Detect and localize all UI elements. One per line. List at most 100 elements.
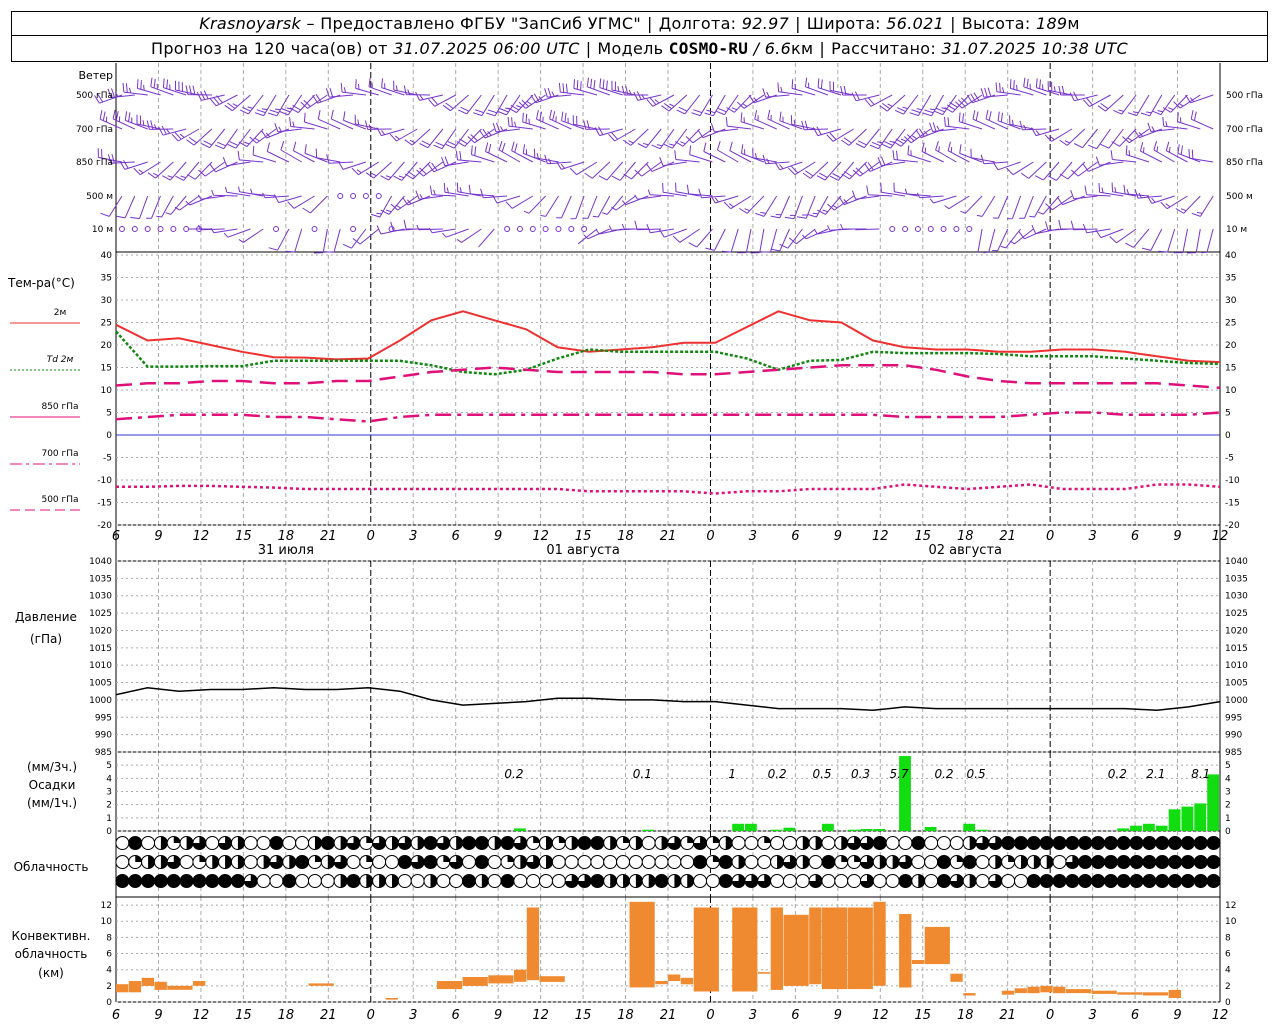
y-tick-right: 0 [1225, 827, 1231, 837]
cloud-overcast-symbol [500, 836, 515, 850]
x-tick-temp: 21 [320, 529, 337, 544]
y-tick-right: 1015 [1225, 644, 1248, 654]
convective-bar [193, 981, 206, 986]
cloud-overcast-symbol [1116, 855, 1131, 869]
wind-calm-marker [914, 226, 921, 232]
cloud-overcast-symbol [346, 874, 361, 888]
x-tick-conv: 15 [235, 1008, 252, 1023]
y-tick-left: 0 [106, 827, 112, 837]
cloud-overcast-symbol [166, 874, 181, 888]
cloud-clear-symbol [821, 836, 836, 850]
wind-barb [866, 185, 893, 197]
cloud-partial-fill [815, 836, 823, 850]
x-tick-temp: 0 [367, 529, 375, 544]
wind-barb [598, 161, 624, 181]
x-tick-conv: 6 [791, 1008, 799, 1023]
convective-bar [462, 977, 488, 986]
x-tick-conv: 9 [834, 1008, 842, 1023]
y-tick-right: 35 [1225, 274, 1236, 284]
wind-calm-marker [927, 226, 934, 232]
cloud-clear-symbol [384, 855, 399, 869]
precip-3h-total: 0.5 [812, 767, 831, 781]
wind-barb [977, 228, 983, 253]
wind-level-right: 500 гПа [1226, 91, 1263, 101]
cloud-clear-symbol [269, 874, 284, 888]
cloud-overcast-symbol [1026, 836, 1041, 850]
wind-barb [621, 85, 649, 96]
wind-barb [147, 161, 174, 179]
wind-barb [716, 141, 739, 163]
y-tick-right: 1035 [1225, 574, 1248, 584]
y-tick-right: 40 [1225, 251, 1237, 261]
cloud-partial-fill [520, 855, 527, 869]
y-tick-left: 2 [106, 801, 112, 811]
wind-barb [403, 85, 431, 96]
cloud-overcast-symbol [1193, 874, 1208, 888]
precip-3h-total: 0.2 [934, 767, 953, 781]
cloud-partial-fill [366, 874, 373, 888]
cloud-partial-fill [623, 874, 630, 888]
cloud-clear-symbol [641, 836, 656, 850]
cloud-partial-fill [160, 855, 168, 869]
convective-bar [873, 901, 886, 986]
cloud-overcast-symbol [1065, 836, 1080, 850]
cloud-partial-fill [802, 855, 810, 869]
precip-unit-3h: (мм/3ч.) [27, 760, 77, 774]
wind-calm-marker [953, 226, 960, 232]
y-tick-left: 5 [106, 409, 112, 419]
cloud-partial-fill [443, 855, 450, 862]
wind-barb [238, 228, 264, 243]
wind-barb [570, 195, 585, 220]
wind-barb [1113, 94, 1137, 115]
cloud-overcast-symbol [1142, 855, 1157, 869]
convective-bar [911, 960, 925, 964]
cloud-overcast-symbol [1091, 855, 1106, 869]
y-tick-right: -10 [1225, 476, 1240, 486]
cloud-overcast-symbol [423, 836, 438, 850]
cloud-partial-fill [635, 836, 643, 850]
x-tick-temp: 21 [660, 529, 677, 544]
cloud-partial-fill [802, 836, 810, 850]
cloud-overcast-symbol [218, 874, 233, 888]
cloud-overcast-symbol [1103, 836, 1118, 850]
wind-barb [880, 182, 906, 197]
wind-barb [1109, 228, 1137, 244]
cloud-partial-fill [391, 874, 399, 888]
wind-level-right: 850 гПа [1226, 158, 1263, 168]
y-tick-left: 0 [106, 998, 112, 1008]
wind-barb [1084, 185, 1111, 197]
wind-barb [611, 195, 636, 211]
wind-barb [869, 128, 893, 150]
cloud-clear-symbol [975, 855, 990, 869]
wind-barb [225, 186, 251, 197]
wind-barb [797, 195, 816, 219]
wind-barb [133, 161, 161, 176]
cloud-overcast-symbol [962, 855, 977, 869]
wind-barb [1018, 228, 1047, 240]
cloud-clear-symbol [526, 874, 541, 888]
cloud-clear-symbol [603, 855, 618, 869]
precip-3h-total: 0.1 [633, 767, 652, 781]
cloud-partial-fill [738, 855, 746, 869]
wind-barb [935, 141, 957, 163]
x-tick-conv: 3 [749, 1008, 757, 1023]
y-tick-right: 1040 [1225, 557, 1248, 567]
cloud-clear-symbol [885, 836, 900, 850]
cloud-overcast-symbol [1039, 836, 1054, 850]
wind-barb [415, 91, 444, 101]
wind-calm-marker [889, 226, 896, 232]
convective-bar [488, 975, 514, 984]
convective-bar [1091, 990, 1117, 994]
wind-barb [443, 182, 469, 197]
wind-calm-marker [131, 226, 138, 232]
y-tick-left: -20 [97, 521, 112, 531]
x-tick-conv: 21 [999, 1008, 1016, 1023]
convective-bar [1053, 986, 1066, 994]
convective-bar [1143, 992, 1169, 996]
cloud-overcast-symbol [1155, 874, 1170, 888]
temp-legend-label: 850 гПа [41, 402, 78, 412]
precip-bar [1143, 823, 1155, 831]
wind-barb [826, 128, 854, 142]
x-tick-conv: 3 [1088, 1008, 1096, 1023]
wind-barb [1070, 190, 1098, 200]
